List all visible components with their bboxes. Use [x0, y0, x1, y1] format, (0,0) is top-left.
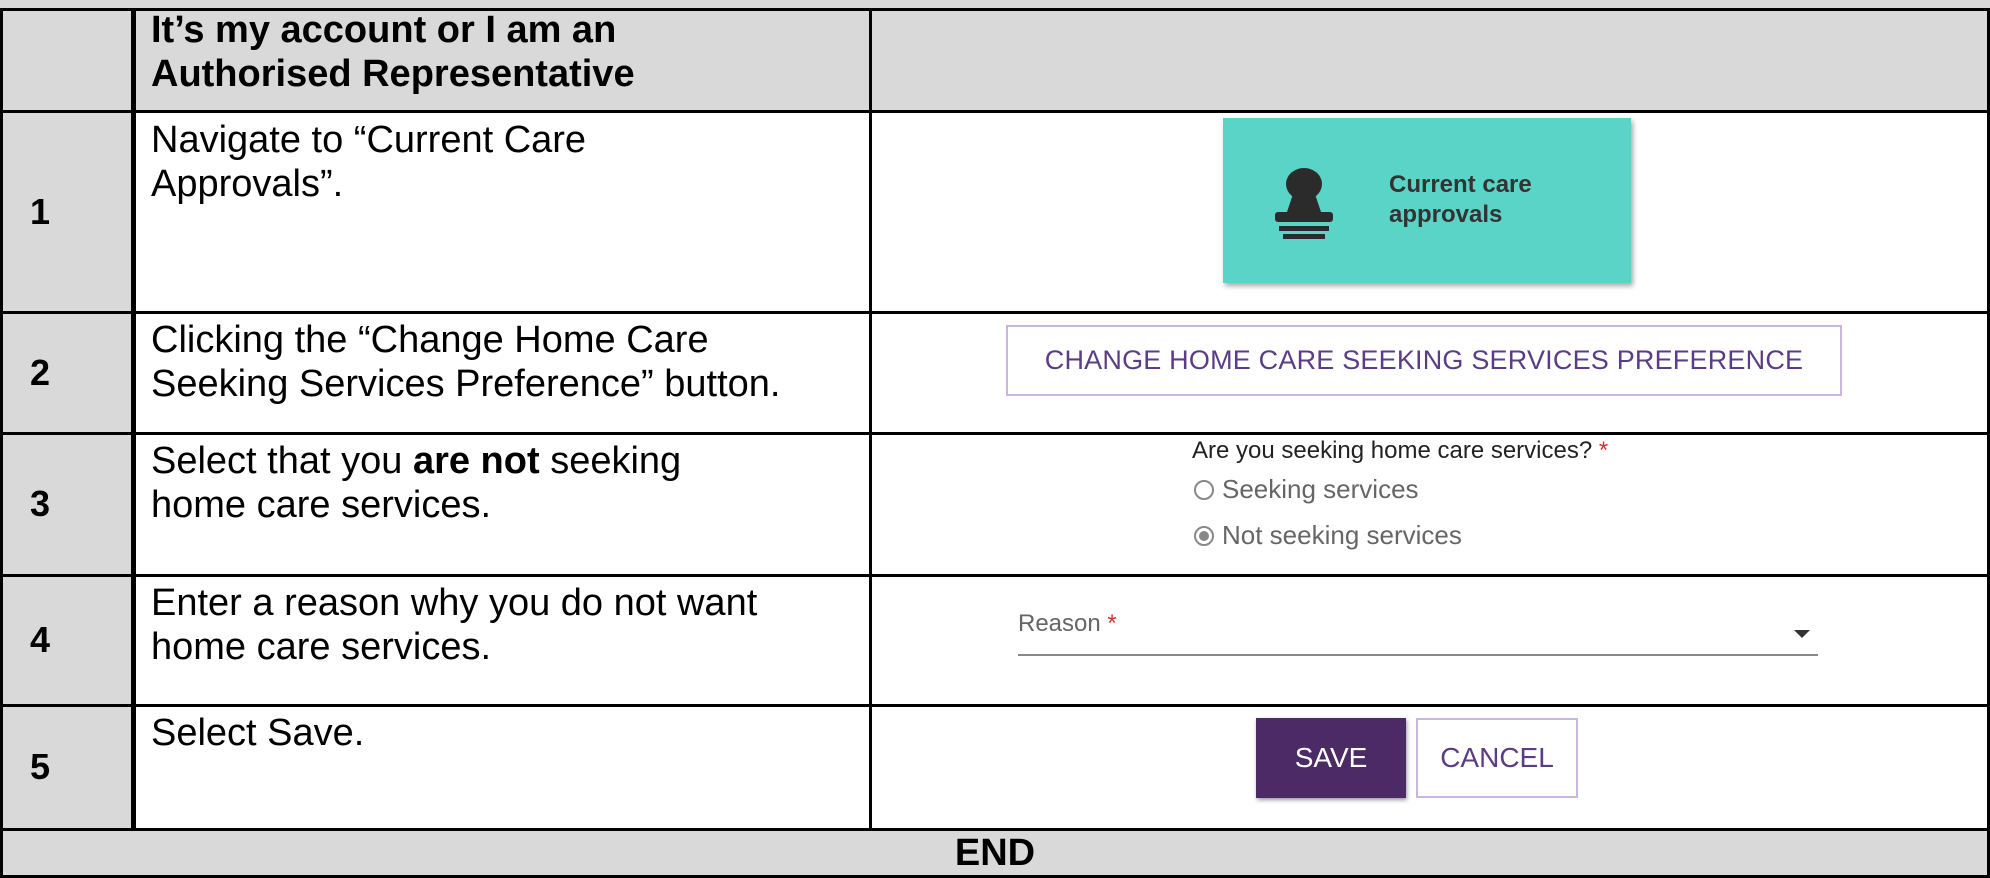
border-top [0, 8, 1990, 11]
change-seeking-services-preference-button[interactable]: CHANGE HOME CARE SEEKING SERVICES PREFER… [1006, 325, 1842, 396]
dropdown-caret-icon[interactable] [1794, 630, 1810, 638]
radio-seeking-services[interactable]: Seeking services [1194, 474, 1419, 505]
step-number-2: 2 [30, 351, 51, 393]
border-left [0, 8, 3, 878]
step-number-3: 3 [30, 483, 51, 524]
step-text-1: Navigate to “Current Care Approvals”. [151, 119, 587, 205]
save-button[interactable]: SAVE [1256, 718, 1406, 798]
border-row-3 [0, 432, 1990, 435]
instruction-table: It’s my account or I am an Authorised Re… [0, 0, 1990, 878]
end-label: END [954, 832, 1036, 874]
step-text-4: Enter a reason why you do not want home … [151, 582, 758, 668]
current-care-approvals-tile[interactable]: Current care approvals [1223, 118, 1631, 283]
radio-unchecked-icon [1194, 479, 1214, 500]
border-row-4 [0, 574, 1990, 577]
stamp-icon [1271, 168, 1337, 245]
cancel-button[interactable]: CANCEL [1416, 718, 1578, 798]
radio-not-seeking-services[interactable]: Not seeking services [1194, 520, 1462, 551]
step-text-3: Select that you are not seeking home car… [151, 440, 682, 526]
radio-checked-icon [1194, 525, 1214, 546]
step-number-4: 4 [30, 619, 51, 660]
tile-label: Current care approvals [1389, 171, 1532, 228]
header-title: It’s my account or I am an Authorised Re… [151, 9, 635, 95]
reason-underline [1018, 654, 1818, 656]
step-text-2: Clicking the “Change Home Care Seeking S… [151, 319, 781, 405]
border-row-5 [0, 704, 1990, 707]
border-row-2 [0, 311, 1990, 314]
border-row-1 [0, 110, 1990, 113]
seeking-services-question: Are you seeking home care services? * [1192, 437, 1609, 464]
step-text-5: Select Save. [151, 712, 365, 754]
step-number-5: 5 [30, 746, 51, 787]
border-col-2 [869, 8, 872, 831]
step-number-1: 1 [30, 191, 51, 232]
reason-select[interactable]: Reason * [1018, 610, 1117, 638]
border-col-1 [131, 8, 136, 831]
